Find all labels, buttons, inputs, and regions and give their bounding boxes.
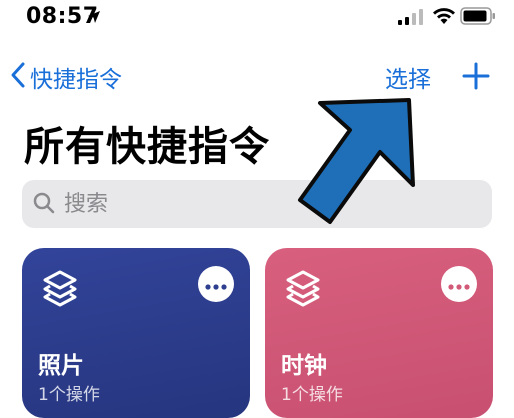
navigation-bar: 快捷指令 选择 [0,52,514,100]
search-icon [32,191,56,219]
card-title: 照片 [38,353,84,379]
shortcuts-layers-icon [40,268,80,312]
cellular-signal-icon [398,9,424,29]
location-arrow-icon [87,9,101,28]
ellipsis-icon [448,275,470,294]
card-title: 时钟 [281,353,327,379]
status-bar: 08:57 [0,0,514,40]
back-button[interactable]: 快捷指令 [10,60,122,94]
plus-icon [462,62,490,94]
shortcuts-layers-icon [283,268,323,312]
search-bar[interactable] [22,180,492,228]
wifi-icon [432,7,456,29]
select-button[interactable]: 选择 [385,60,431,94]
ellipsis-icon [205,275,227,294]
shortcut-card-photos[interactable]: 照片 1个操作 [22,248,250,418]
battery-icon [460,7,496,29]
back-button-label: 快捷指令 [30,67,122,93]
add-shortcut-button[interactable] [462,62,490,94]
shortcut-card-clock[interactable]: 时钟 1个操作 [265,248,493,418]
chevron-left-icon [10,61,26,93]
more-options-button[interactable] [441,266,477,302]
search-input[interactable] [62,190,466,218]
more-options-button[interactable] [198,266,234,302]
card-subtitle: 1个操作 [38,385,100,405]
page-title: 所有快捷指令 [24,124,270,170]
card-subtitle: 1个操作 [281,385,343,405]
